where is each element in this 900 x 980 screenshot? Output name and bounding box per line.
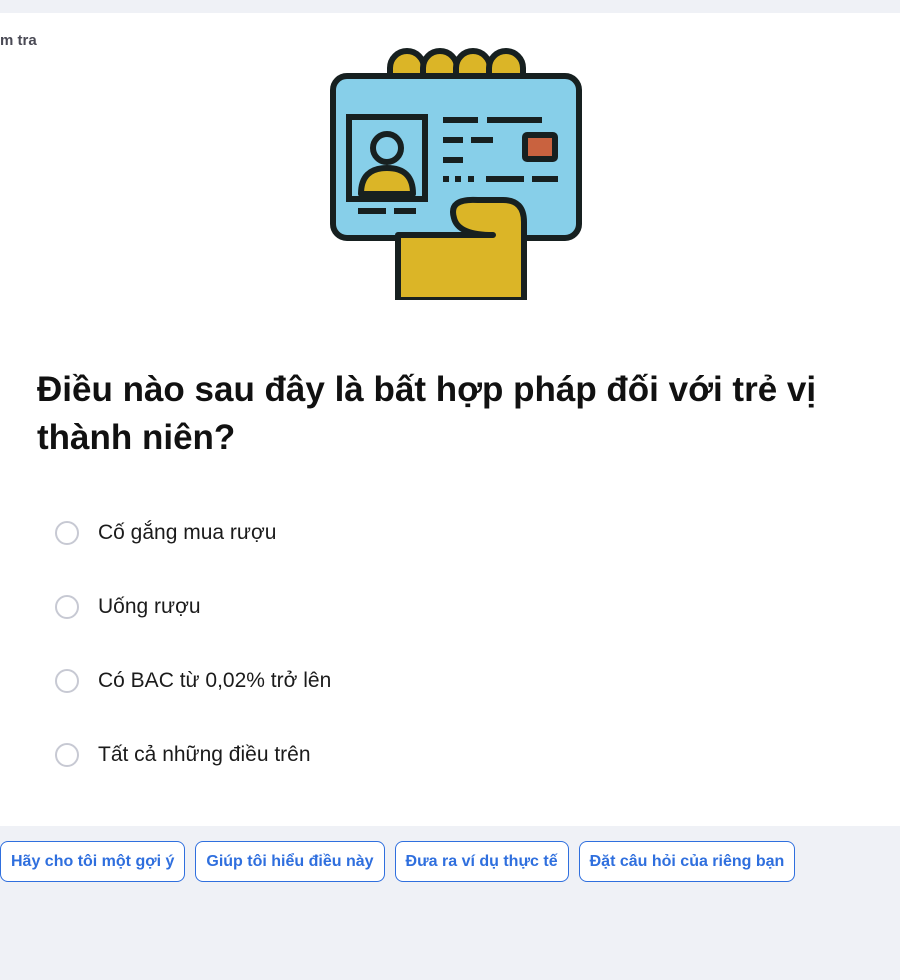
answer-option[interactable]: Uống rượu xyxy=(55,588,331,626)
ask-own-question-button[interactable]: Đặt câu hỏi của riêng bạn xyxy=(578,841,796,882)
answer-option[interactable]: Có BAC từ 0,02% trở lên xyxy=(55,662,331,700)
id-card-in-hand-icon xyxy=(330,48,582,300)
card-label: m tra xyxy=(0,32,37,49)
hint-button[interactable]: Hãy cho tôi một gợi ý xyxy=(0,841,186,882)
radio-button[interactable] xyxy=(55,595,79,619)
real-example-button[interactable]: Đưa ra ví dụ thực tế xyxy=(394,841,569,882)
question-text: Điều nào sau đây là bất hợp pháp đối với… xyxy=(37,370,817,457)
answer-option-label: Tất cả những điều trên xyxy=(98,743,311,766)
answer-option-label: Uống rượu xyxy=(98,595,201,618)
suggestion-chips: Hãy cho tôi một gợi ý Giúp tôi hiểu điều… xyxy=(0,841,796,882)
answer-option-label: Cố gắng mua rượu xyxy=(98,521,277,544)
explain-button[interactable]: Giúp tôi hiểu điều này xyxy=(195,841,385,882)
answer-option-label: Có BAC từ 0,02% trở lên xyxy=(98,669,332,692)
answer-options: Cố gắng mua rượu Uống rượu Có BAC từ 0,0… xyxy=(55,514,331,810)
radio-button[interactable] xyxy=(55,669,79,693)
answer-option[interactable]: Cố gắng mua rượu xyxy=(55,514,331,552)
answer-option[interactable]: Tất cả những điều trên xyxy=(55,736,331,774)
radio-button[interactable] xyxy=(55,521,79,545)
radio-button[interactable] xyxy=(55,743,79,767)
